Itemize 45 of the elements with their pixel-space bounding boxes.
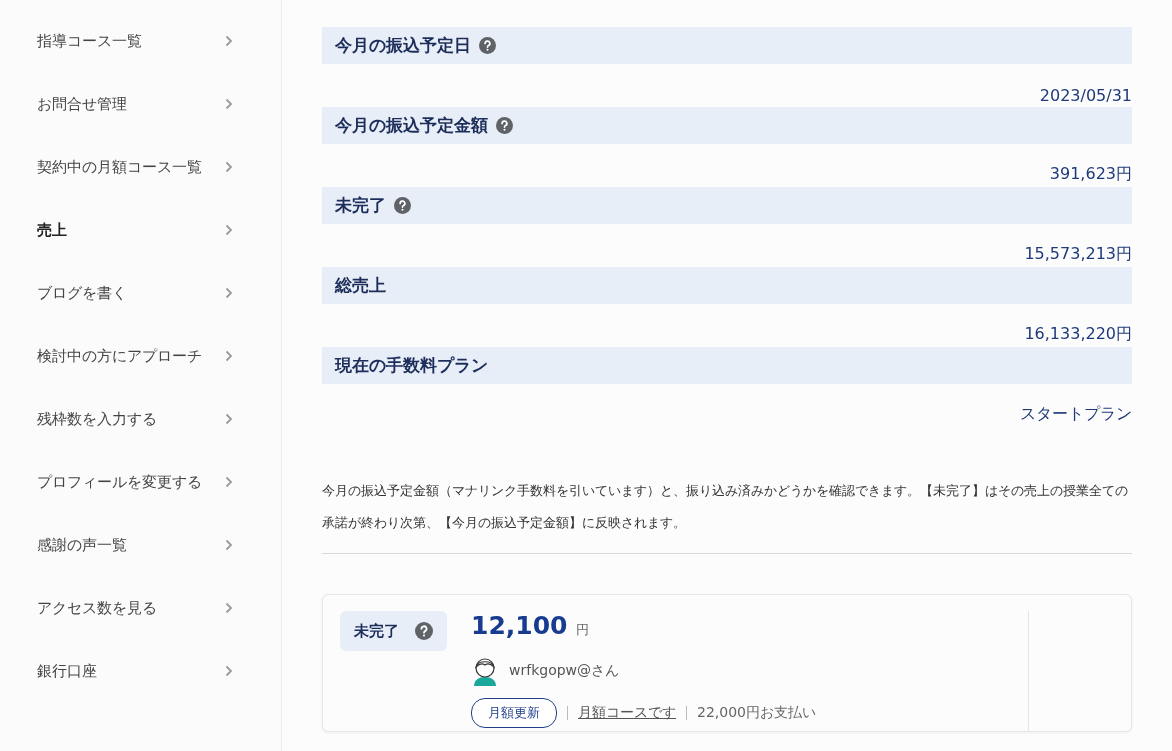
course-link[interactable]: 月額コースです <box>578 704 676 722</box>
help-icon[interactable] <box>394 197 411 214</box>
section-value: 2023/05/31 <box>1039 86 1132 105</box>
section-value: 16,133,220円 <box>1024 324 1132 345</box>
sidebar-item[interactable]: 残枠数を入力する <box>0 403 281 435</box>
chevron-right-icon <box>225 287 233 299</box>
section-title: 今月の振込予定金額 <box>335 114 488 137</box>
sidebar-item[interactable]: 検討中の方にアプローチ <box>0 340 281 372</box>
avatar-icon <box>471 656 499 686</box>
sidebar-item[interactable]: 銀行口座 <box>0 655 281 687</box>
chevron-right-icon <box>225 161 233 173</box>
section-title: 現在の手数料プラン <box>335 354 488 377</box>
tag-button[interactable]: 月額更新 <box>471 698 557 728</box>
sidebar-item[interactable]: プロフィールを変更する <box>0 466 281 498</box>
amount-text: 12,100 <box>471 611 568 640</box>
sidebar-item[interactable]: 売上 <box>0 214 281 246</box>
payment-text: 22,000円お支払い <box>697 704 816 722</box>
section-title: 今月の振込予定日 <box>335 34 471 57</box>
description-text: 今月の振込予定金額（マナリンク手数料を引いています）と、振り込み済みかどうかを確認できます。【未完了】はその売上の授業全ての承諾が終わり次第、【今月の振込予定金額】に反映されます。 <box>322 475 1132 554</box>
sidebar-item[interactable]: 指導コース一覧 <box>0 25 281 57</box>
chevron-right-icon <box>225 539 233 551</box>
section-title: 未完了 <box>335 194 386 217</box>
chevron-right-icon <box>225 602 233 614</box>
help-icon[interactable] <box>479 37 496 54</box>
section-value: スタートプラン <box>1020 404 1132 425</box>
chevron-right-icon <box>225 350 233 362</box>
sidebar-item[interactable]: 感謝の声一覧 <box>0 529 281 561</box>
section-title: 総売上 <box>335 274 386 297</box>
sidebar-item[interactable]: ブログを書く <box>0 277 281 309</box>
currency-unit: 円 <box>576 621 590 639</box>
sidebar-item[interactable]: お問合せ管理 <box>0 88 281 120</box>
help-icon[interactable] <box>496 117 513 134</box>
section-value: 15,573,213円 <box>1024 244 1132 265</box>
chevron-right-icon <box>225 224 233 236</box>
chevron-right-icon <box>225 413 233 425</box>
sidebar-item[interactable]: 契約中の月額コース一覧 <box>0 151 281 183</box>
status-label: 未完了 <box>354 621 399 641</box>
section-value: 391,623円 <box>1049 164 1132 185</box>
sidebar-item[interactable]: アクセス数を見る <box>0 592 281 624</box>
help-icon[interactable] <box>415 622 433 640</box>
user-name: wrfkgopw@さん <box>509 662 620 680</box>
chevron-right-icon <box>225 476 233 488</box>
chevron-right-icon <box>225 35 233 47</box>
chevron-right-icon <box>225 665 233 677</box>
chevron-right-icon <box>225 98 233 110</box>
